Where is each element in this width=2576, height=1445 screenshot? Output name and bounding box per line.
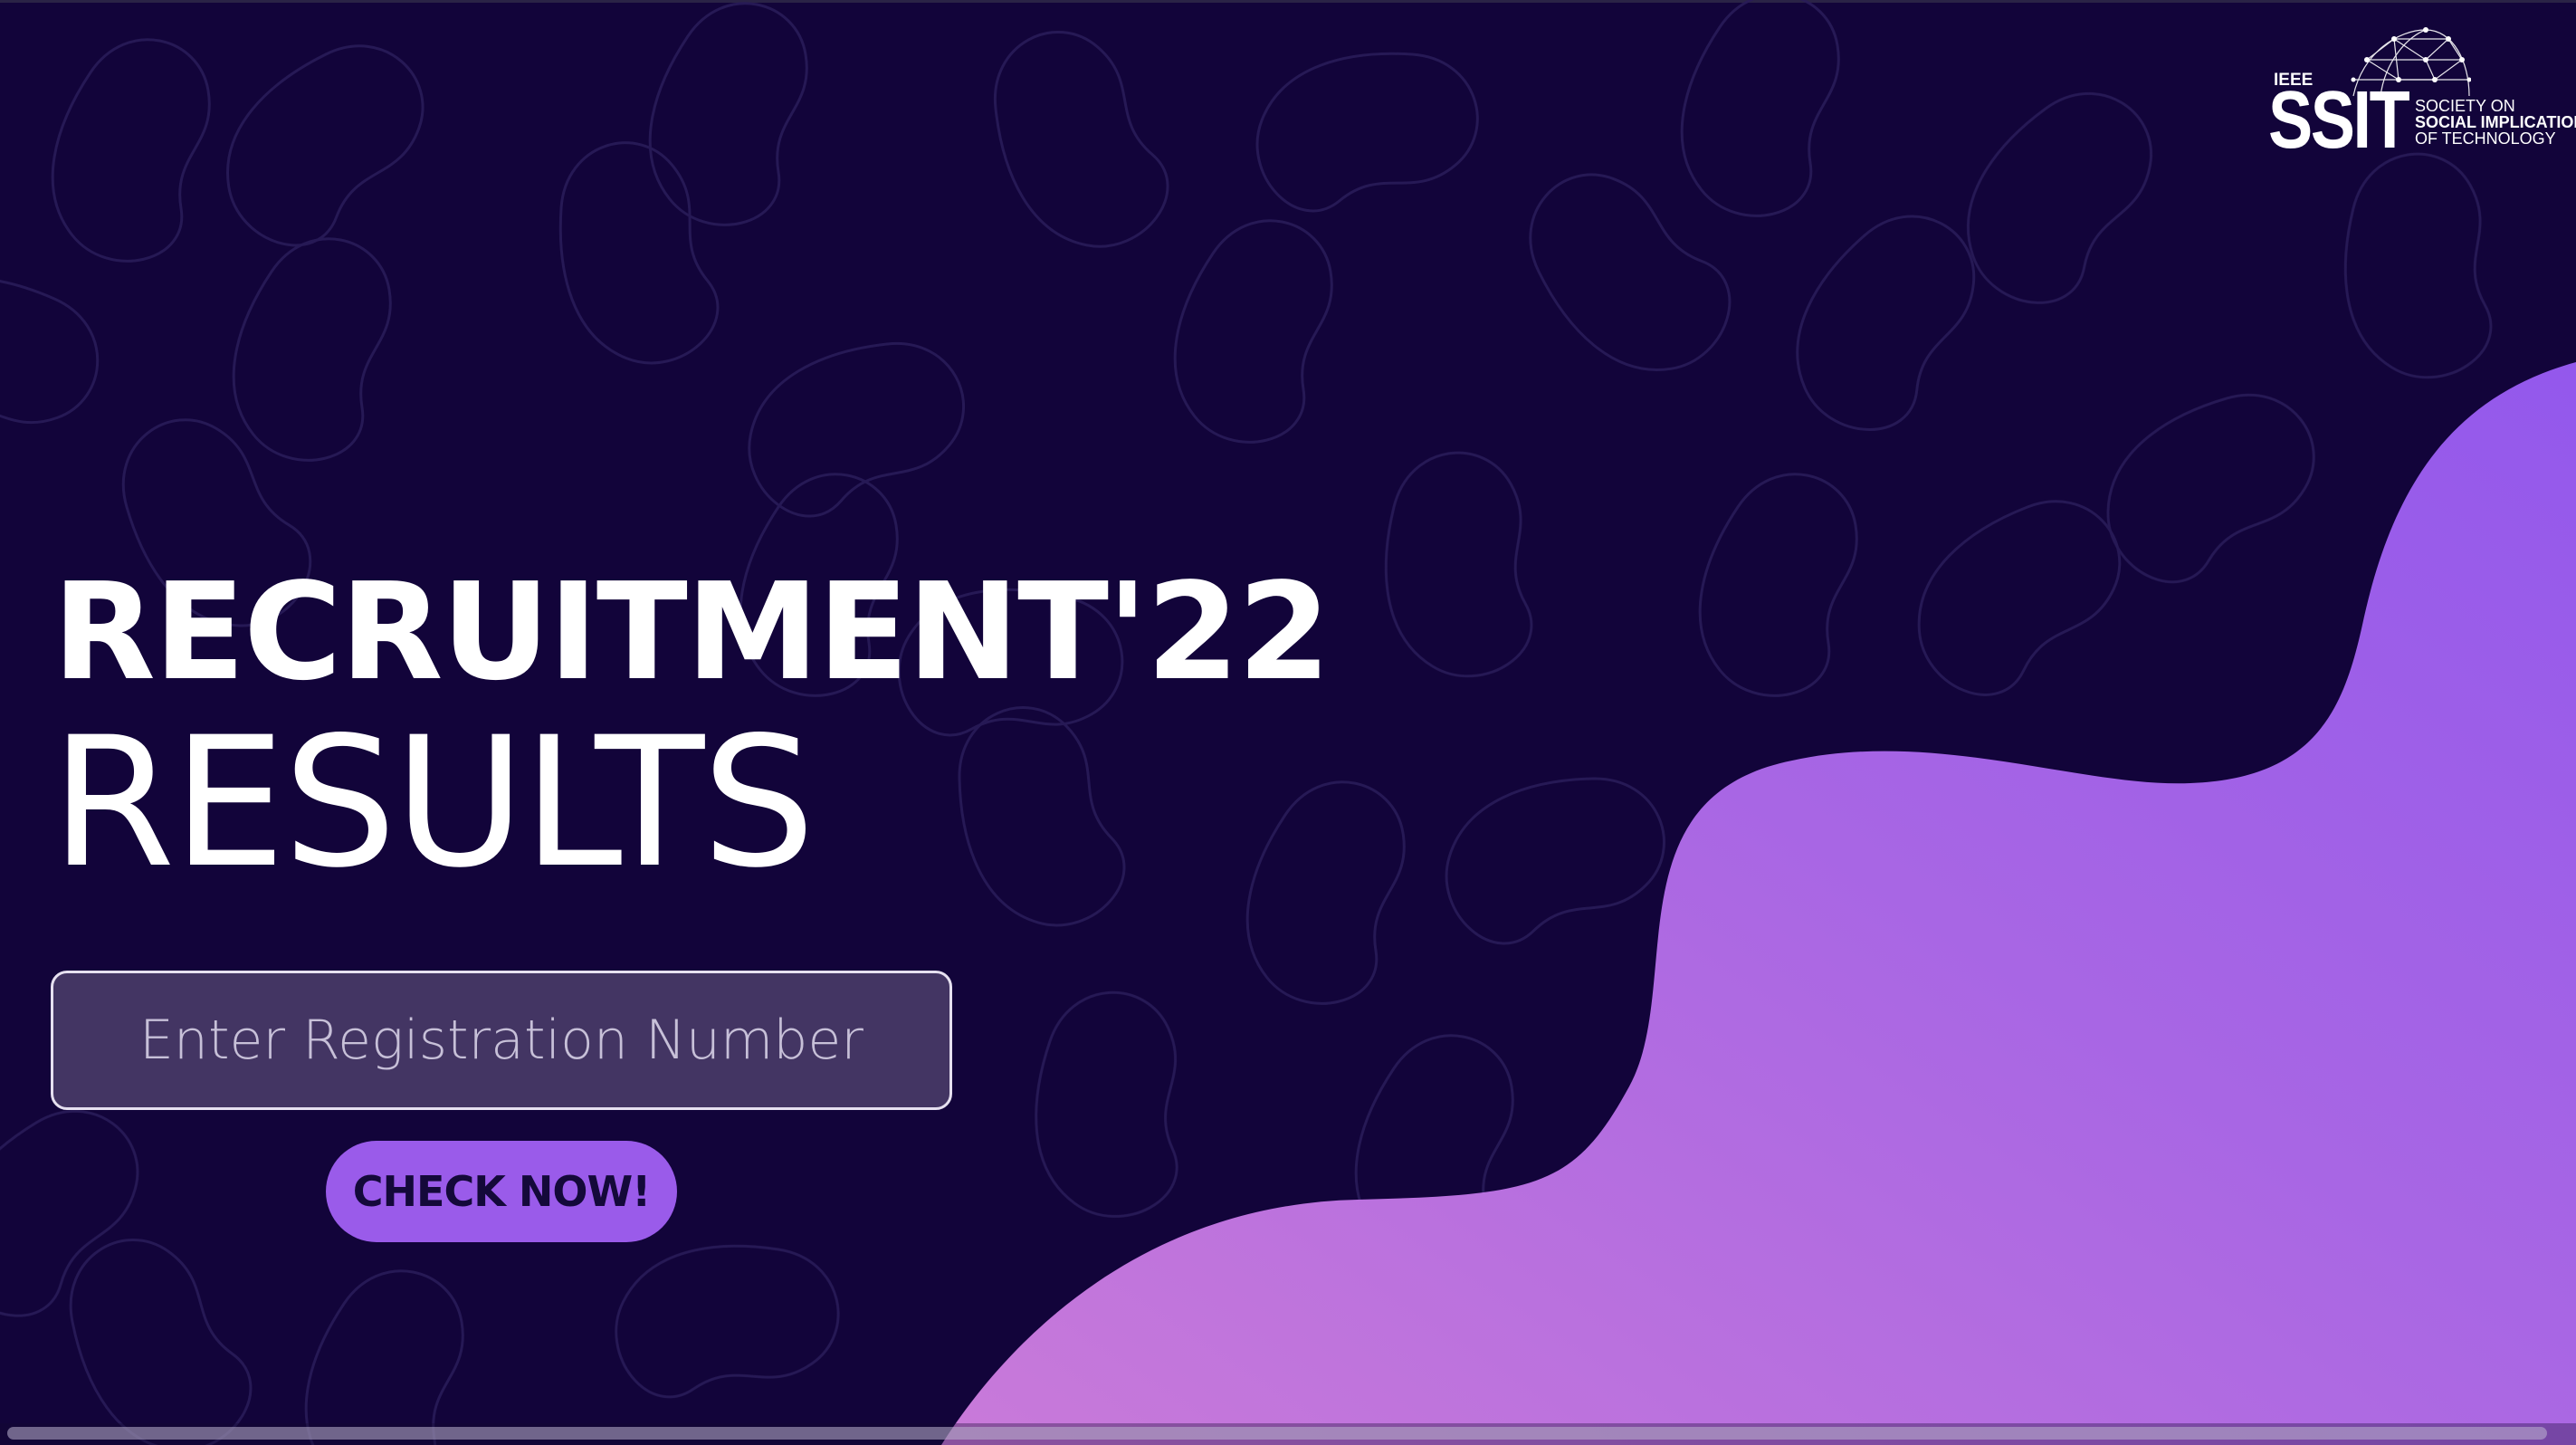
- registration-number-input[interactable]: [51, 971, 952, 1110]
- check-now-button[interactable]: CHECK NOW!: [326, 1141, 677, 1242]
- horizontal-scrollbar[interactable]: [0, 1423, 2576, 1445]
- logo-society-line1: SOCIETY ON: [2415, 97, 2515, 115]
- ssit-logo: IEEE SSIT SOCIETY ON SOCIAL IMPLICATIONS…: [2263, 25, 2576, 161]
- results-page: IEEE SSIT SOCIETY ON SOCIAL IMPLICATIONS…: [0, 0, 2576, 1445]
- logo-society-line2: SOCIAL IMPLICATIONS: [2415, 113, 2576, 131]
- logo-ssit-text: SSIT: [2268, 75, 2410, 166]
- scrollbar-thumb[interactable]: [7, 1427, 2547, 1440]
- page-title-results: RESULTS: [51, 698, 816, 907]
- page-title-recruitment: RECRUITMENT'22: [52, 554, 1331, 710]
- logo-society-line3: OF TECHNOLOGY: [2415, 129, 2556, 148]
- logo-society-text: SOCIETY ON SOCIAL IMPLICATIONS OF TECHNO…: [2415, 98, 2576, 147]
- purple-wave: [941, 362, 2576, 1445]
